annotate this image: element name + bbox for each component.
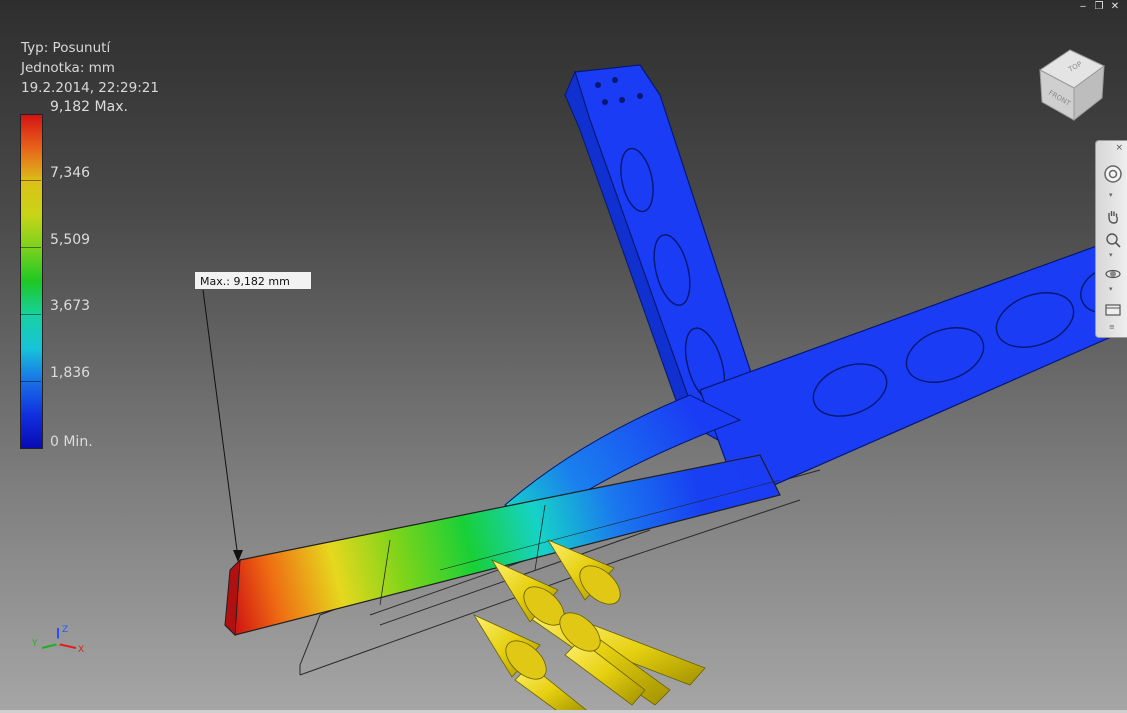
orbit-icon[interactable] [1102,263,1124,285]
pan-icon[interactable] [1102,205,1124,227]
axis-triad: Z X Y [31,625,84,655]
legend-tick [20,180,41,181]
zoom-icon[interactable] [1102,229,1124,251]
restore-icon[interactable]: ❐ [1093,1,1105,15]
legend-value: 5,509 [50,232,91,248]
legend-tick [20,314,41,315]
legend-header: Typ: Posunutí Jednotka: mm 19.2.2014, 22… [21,38,159,98]
navigation-bar: × ▾ ▾ ▾ ≡ [1095,140,1127,338]
close-icon[interactable]: ✕ [1109,1,1121,15]
navbar-dropdown-icon[interactable]: ▾ [1109,285,1113,293]
navbar-customize-icon[interactable]: ≡ [1109,323,1115,331]
legend-value: 1,836 [50,365,91,381]
legend-value: 3,673 [50,298,91,314]
minimize-icon[interactable]: ‒ [1077,1,1089,15]
legend-unit: Jednotka: mm [21,60,115,76]
legend-date: 19.2.2014, 22:29:21 [21,80,159,96]
axis-y-label: Y [31,639,38,649]
legend-type: Typ: Posunutí [21,40,111,56]
navbar-close-icon[interactable]: × [1115,143,1123,153]
legend-color-bar [20,114,43,449]
navbar-dropdown-icon[interactable]: ▾ [1109,251,1113,259]
legend-max-label: 9,182 Max. [50,99,128,115]
viewcube-icon[interactable]: TOP FRONT [1030,42,1110,122]
legend-min-label: 0 Min. [50,434,93,450]
axis-x-label: X [78,645,84,655]
model-viewport[interactable] [0,0,1127,713]
deformed-front-bar [224,454,781,637]
legend-value: 7,346 [50,165,91,181]
max-probe-label[interactable]: Max.: 9,182 mm [194,271,312,290]
main-beam [699,234,1127,501]
legend-tick [20,247,41,248]
probe-leader-line [202,289,239,559]
axis-z-label: Z [62,625,68,635]
navbar-dropdown-icon[interactable]: ▾ [1109,191,1113,199]
view-window-icon[interactable] [1102,299,1124,321]
window-controls: ‒ ❐ ✕ [1071,0,1127,16]
steering-wheel-icon[interactable] [1102,163,1124,185]
legend-tick [20,381,41,382]
